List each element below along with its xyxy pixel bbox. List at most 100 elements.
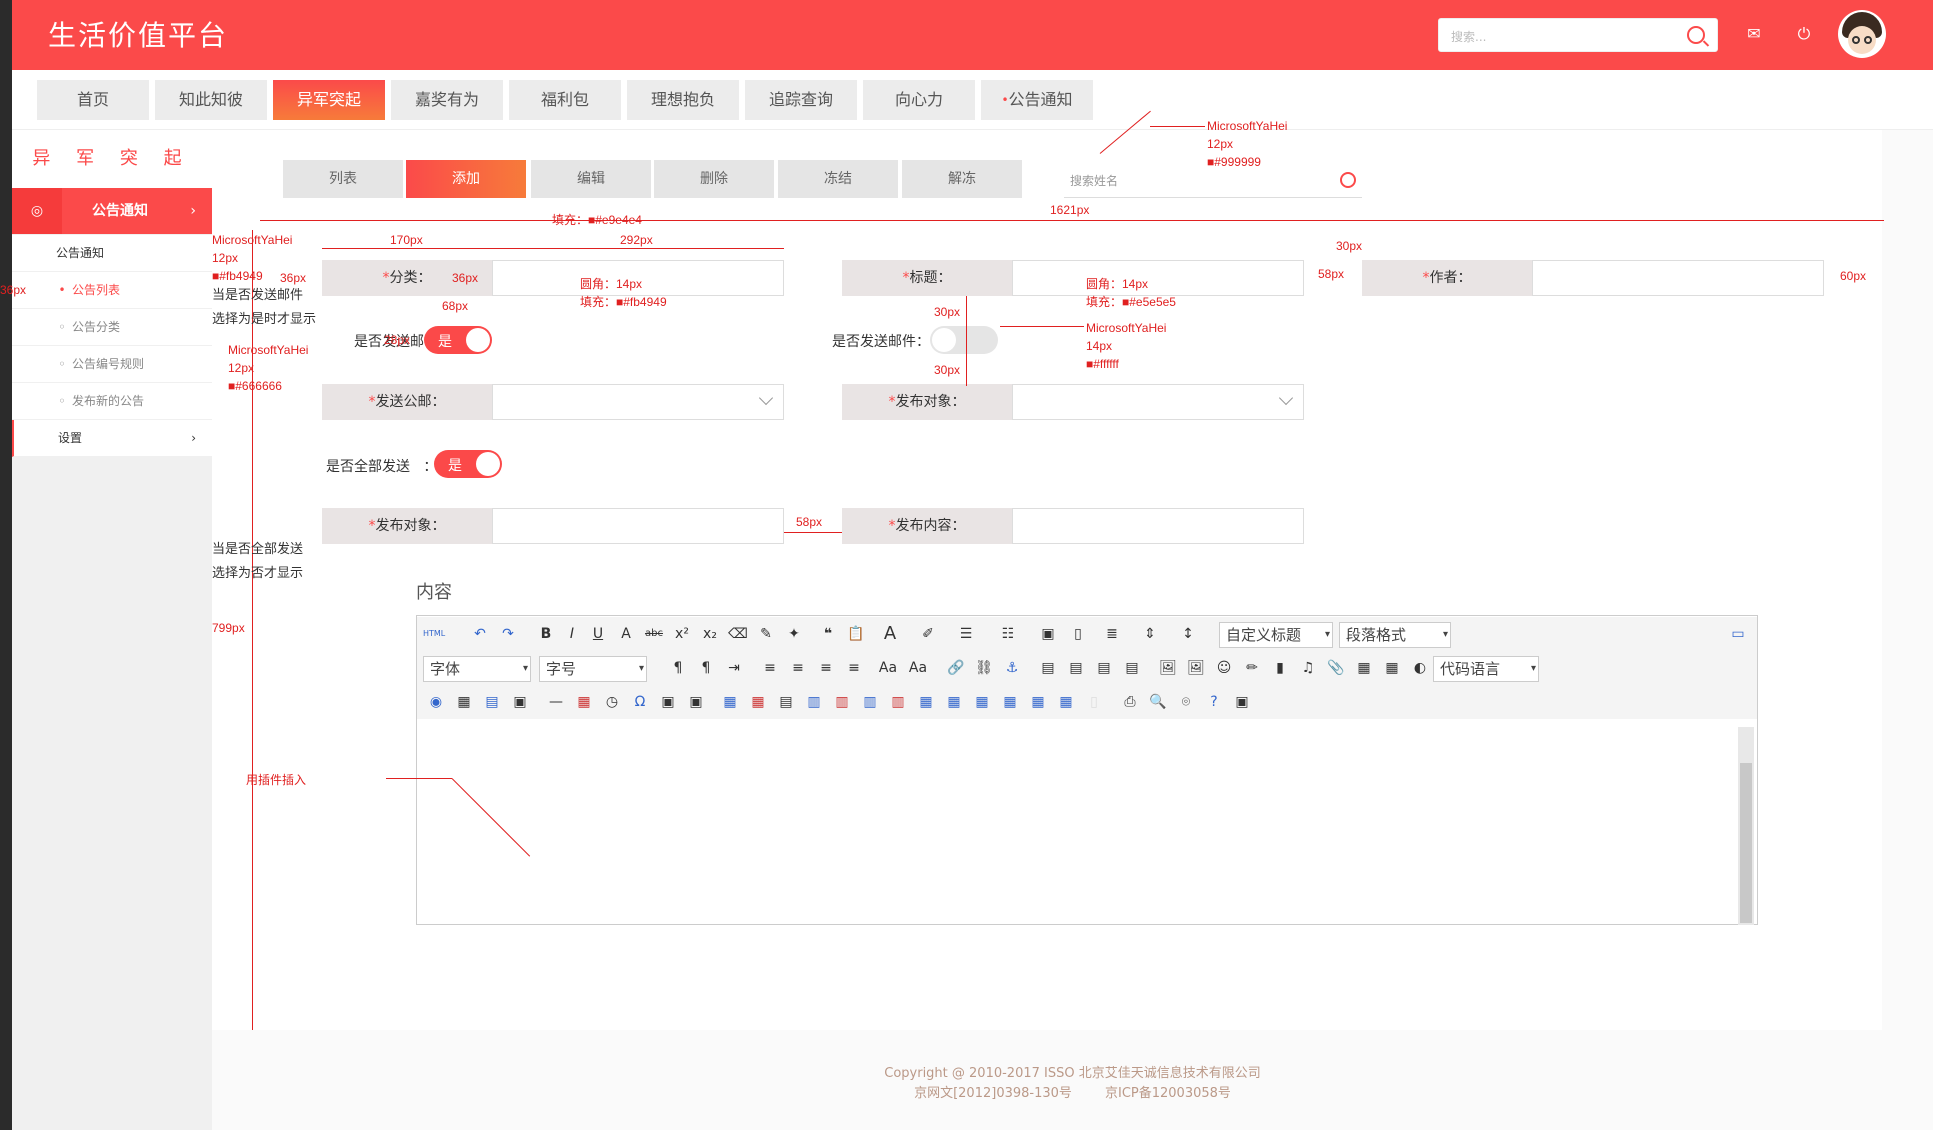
blockquote-icon[interactable]: ❝ [817, 623, 839, 645]
print-icon[interactable]: ⎙ [1119, 691, 1141, 713]
fullscreen-icon[interactable]: ▭ [1727, 623, 1749, 645]
search-replace-icon[interactable]: ▣ [685, 691, 707, 713]
image-left-icon[interactable]: ▤ [1065, 657, 1087, 679]
insert-row-icon[interactable]: ▥ [803, 691, 825, 713]
edit-button[interactable]: 编辑 [531, 160, 651, 198]
redo-icon[interactable]: ↷ [497, 623, 519, 645]
nav-item-lixiangbaofu[interactable]: 理想抱负 [627, 80, 739, 120]
list-button[interactable]: 列表 [283, 160, 403, 198]
sidebar-item-new[interactable]: ◦ 发布新的公告 [12, 383, 212, 420]
align-justify-icon[interactable]: ≡ [843, 657, 865, 679]
anchor-icon[interactable]: ⚓ [1001, 657, 1023, 679]
scrawl-icon[interactable]: ✏ [1241, 657, 1263, 679]
nav-item-jiajiangyouwei[interactable]: 嘉奖有为 [391, 80, 503, 120]
image-icon[interactable]: 🖼 [1157, 657, 1179, 679]
send-all-toggle[interactable]: 是 [434, 450, 502, 478]
image-right-icon[interactable]: ▤ [1093, 657, 1115, 679]
unordered-list-icon[interactable]: ☷ [997, 623, 1019, 645]
publish-target-select[interactable] [1012, 384, 1304, 420]
insert-code-icon[interactable]: ▣ [1037, 623, 1059, 645]
format-painter-icon[interactable]: ✎ [755, 623, 777, 645]
template-icon[interactable]: ▦ [453, 691, 475, 713]
underline-icon[interactable]: U [587, 623, 609, 645]
freeze-button[interactable]: 冻结 [778, 160, 898, 198]
title-input[interactable] [1012, 260, 1304, 296]
delete-table-icon[interactable]: ▦ [747, 691, 769, 713]
paragraph-spacing-icon[interactable]: ↕ [1177, 623, 1199, 645]
date-icon[interactable]: ▦ [573, 691, 595, 713]
sidebar-item-category[interactable]: ◦ 公告分类 [12, 309, 212, 346]
emoji-icon[interactable]: ☺ [1213, 657, 1235, 679]
sidebar-item-numbering[interactable]: ◦ 公告编号规则 [12, 346, 212, 383]
help-icon[interactable]: ? [1203, 691, 1225, 713]
special-char-icon[interactable]: Ω [629, 691, 651, 713]
undo-icon[interactable]: ↶ [469, 623, 491, 645]
strikethrough-icon[interactable]: abc [643, 623, 665, 645]
nav-item-yijuntuqi[interactable]: 异军突起 [273, 80, 385, 120]
font-border-icon[interactable]: A [615, 623, 637, 645]
ordered-list-icon[interactable]: ☰ [955, 623, 977, 645]
delete-col-icon[interactable]: ▥ [887, 691, 909, 713]
split-rows-icon[interactable]: ▦ [1027, 691, 1049, 713]
nav-item-zhicizhibi[interactable]: 知此知彼 [155, 80, 267, 120]
image-float-none-icon[interactable]: ▤ [1037, 657, 1059, 679]
insert-table-icon[interactable]: ▦ [719, 691, 741, 713]
delete-button[interactable]: 删除 [654, 160, 774, 198]
publish-target2-input[interactable] [492, 508, 784, 544]
eraser-icon[interactable]: ⌫ [727, 623, 749, 645]
send-mail-toggle[interactable]: 是 [424, 326, 492, 354]
publish-content-input[interactable] [1012, 508, 1304, 544]
power-icon[interactable]: ⏻ [1794, 24, 1814, 44]
search-icon[interactable] [1687, 26, 1705, 44]
insert-col-icon[interactable]: ▥ [859, 691, 881, 713]
send-mail-toggle-off[interactable] [930, 326, 998, 354]
horizontal-rule-icon[interactable]: — [545, 691, 567, 713]
split-cols-icon[interactable]: ▦ [1055, 691, 1077, 713]
unfreeze-button[interactable]: 解冻 [902, 160, 1022, 198]
merge-down-icon[interactable]: ▦ [971, 691, 993, 713]
sidebar-item-list[interactable]: • 公告列表 [12, 272, 212, 309]
background-icon[interactable]: ▤ [481, 691, 503, 713]
nav-item-home[interactable]: 首页 [37, 80, 149, 120]
lowercase-icon[interactable]: Aa [907, 657, 929, 679]
superscript-icon[interactable]: x² [671, 623, 693, 645]
attachment-icon[interactable]: 📎 [1325, 657, 1347, 679]
send-dept-select[interactable] [492, 384, 784, 420]
page-icon[interactable]: ▯ [1067, 623, 1089, 645]
magic-icon[interactable]: ✦ [783, 623, 805, 645]
nav-item-zhuizongchaxun[interactable]: 追踪查询 [745, 80, 857, 120]
align-icon[interactable]: ≣ [1101, 623, 1123, 645]
scrollbar-thumb[interactable] [1740, 763, 1752, 923]
mail-icon[interactable]: ✉ [1744, 24, 1764, 44]
sidebar-item-settings[interactable]: 设置 › [12, 420, 212, 457]
map-icon[interactable]: ▦ [1353, 657, 1375, 679]
italic-icon[interactable]: I [561, 623, 583, 645]
delete-row-icon[interactable]: ▥ [831, 691, 853, 713]
nav-item-notice[interactable]: •公告通知 [981, 80, 1093, 120]
paste-text-icon[interactable]: 📋 [845, 623, 867, 645]
time-icon[interactable]: ◷ [601, 691, 623, 713]
editor-scrollbar[interactable] [1738, 727, 1754, 925]
paragraph-format-select[interactable]: 段落格式 [1339, 622, 1451, 648]
iframe-icon[interactable]: ◐ [1409, 657, 1431, 679]
music-icon[interactable]: ♫ [1297, 657, 1319, 679]
gmap-icon[interactable]: ▦ [1381, 657, 1403, 679]
nav-item-fulibao[interactable]: 福利包 [509, 80, 621, 120]
subscript-icon[interactable]: x₂ [699, 623, 721, 645]
drafts-icon[interactable]: ▣ [1231, 691, 1253, 713]
chart-icon[interactable]: ▯ [1083, 691, 1105, 713]
align-left-icon[interactable]: ≡ [759, 657, 781, 679]
author-input[interactable] [1532, 260, 1824, 296]
align-right-icon[interactable]: ≡ [815, 657, 837, 679]
unlink-icon[interactable]: ⛓ [973, 657, 995, 679]
indent-icon[interactable]: ⇥ [723, 657, 745, 679]
searchreplace-binoculars-icon[interactable]: ⌾ [1175, 691, 1197, 713]
snapscreen-icon[interactable]: ▣ [657, 691, 679, 713]
font-size-select[interactable]: 字号 [539, 656, 647, 682]
merge-right-icon[interactable]: ▦ [943, 691, 965, 713]
ltr-icon[interactable]: ¶ [667, 657, 689, 679]
merge-cells-icon[interactable]: ▦ [915, 691, 937, 713]
multi-image-icon[interactable]: 🖼 [1185, 657, 1207, 679]
preview-icon[interactable]: 🔍 [1147, 691, 1169, 713]
nav-item-xiangxinli[interactable]: 向心力 [863, 80, 975, 120]
